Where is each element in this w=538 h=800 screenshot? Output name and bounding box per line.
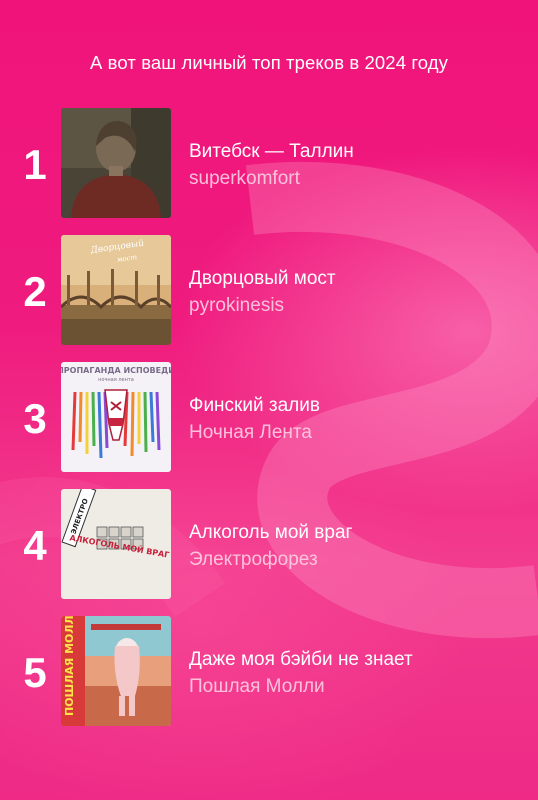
track-title: Финский залив (189, 395, 320, 416)
album-cover: ПОШЛАЯ МОЛЛИ (61, 616, 171, 726)
track-rank: 3 (23, 395, 47, 442)
track-rank: 4 (23, 522, 47, 569)
track-row[interactable]: 1 Витебск — Таллин superkomfort (0, 108, 538, 220)
track-artist: pyrokinesis (189, 295, 285, 316)
album-cover: ЭЛЕКТРО АЛКОГОЛЬ МОЙ ВРАГ (61, 489, 171, 599)
album-cover: ПРОПАГАНДА ИСПОВЕДИ ночная лента (61, 362, 171, 472)
page-title: А вот ваш личный топ треков в 2024 году (90, 52, 448, 73)
track-artist: Электрофорез (189, 549, 318, 570)
track-artist: Пошлая Молли (189, 676, 325, 697)
track-title: Дворцовый мост (189, 268, 336, 289)
svg-text:ПРОПАГАНДА ИСПОВЕДИ: ПРОПАГАНДА ИСПОВЕДИ (61, 366, 171, 375)
track-row[interactable]: 5 ПОШЛАЯ МОЛЛИ Даже моя бэйби не знает П… (0, 616, 538, 728)
track-title: Витебск — Таллин (189, 141, 354, 162)
track-title: Алкоголь мой враг (189, 522, 353, 543)
track-title: Даже моя бэйби не знает (189, 649, 413, 670)
track-artist: Ночная Лента (189, 422, 312, 443)
svg-text:ПОШЛАЯ МОЛЛИ: ПОШЛАЯ МОЛЛИ (63, 616, 76, 716)
track-rank: 1 (23, 141, 47, 188)
track-row[interactable]: 4 ЭЛЕКТРО АЛКОГОЛЬ МОЙ ВРАГ Алкоголь мой… (0, 489, 538, 601)
track-row[interactable]: 2 Дворцовый мост Дворцовый мост pyrokine… (0, 235, 538, 347)
track-rank: 2 (23, 268, 47, 315)
album-cover: Дворцовый мост (61, 235, 171, 345)
album-cover (61, 108, 171, 218)
svg-text:ночная лента: ночная лента (98, 377, 134, 383)
track-artist: superkomfort (189, 168, 300, 189)
track-row[interactable]: 3 ПРОПАГАНДА ИСПОВЕДИ ночная лента Финск… (0, 362, 538, 474)
track-rank: 5 (23, 649, 47, 696)
